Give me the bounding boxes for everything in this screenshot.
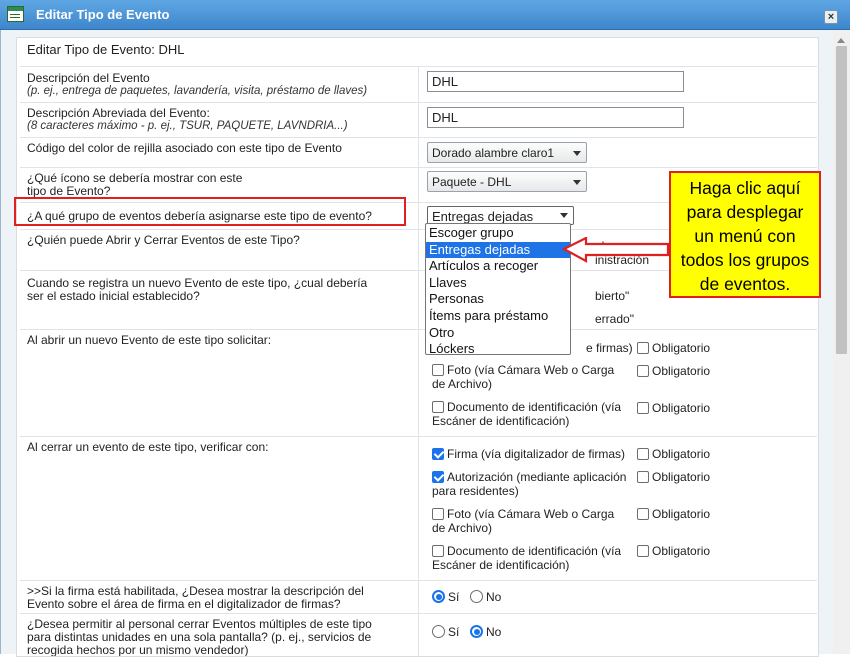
checkbox[interactable] [432,508,444,520]
cerrar-foto-option[interactable]: Foto (vía Cámara Web o Carga de Archivo) [432,507,614,535]
window-titlebar: Editar Tipo de Evento × [0,0,850,30]
row-abrir: Al abrir un nuevo Evento de este tipo so… [20,329,817,436]
row-firma: >>Si la firma está habilitada, ¿Desea mo… [20,580,817,613]
checkbox[interactable] [432,401,444,413]
callout-line: para desplegar [686,202,804,222]
multiples-label-3: recogida hechos por un mismo vendedor) [27,643,249,657]
form-icon [7,6,24,22]
abreviada-label: Descripción Abreviada del Evento: [27,106,210,120]
dropdown-option[interactable]: Lóckers [426,341,570,358]
checkbox[interactable] [637,365,649,377]
checkbox[interactable] [432,545,444,557]
firma-label-2: Evento sobre el área de firma en el digi… [27,597,341,611]
checkbox[interactable] [637,545,649,557]
radio[interactable] [432,625,445,638]
estado-option-abierto[interactable]: bierto" [595,289,629,303]
icono-label-2: tipo de Evento? [27,184,111,198]
callout-line: un menú con [694,226,796,246]
form-title: Editar Tipo de Evento: DHL [27,42,185,57]
dropdown-option[interactable]: Artículos a recoger [426,258,570,275]
dropdown-option[interactable]: Otro [426,325,570,342]
scroll-thumb[interactable] [836,46,847,354]
arrow-icon [561,237,670,263]
callout-line: de eventos. [699,274,791,294]
cerrar-documento-obligatorio[interactable]: Obligatorio [637,544,710,558]
firma-radio-no[interactable]: No [470,590,501,604]
checkbox[interactable] [637,342,649,354]
abrir-label: Al abrir un nuevo Evento de este tipo so… [27,333,272,347]
instruction-callout: Haga clic aquí para desplegar un menú co… [669,171,821,298]
cerrar-foto-obligatorio[interactable]: Obligatorio [637,507,710,521]
dropdown-option[interactable]: Personas [426,291,570,308]
row-multiples: ¿Desea permitir al personal cerrar Event… [20,613,817,657]
checkbox-checked[interactable] [432,448,444,460]
scroll-up-icon[interactable] [837,38,845,43]
abrir-documento-option[interactable]: Documento de identificación (vía Escáner … [432,400,621,428]
cerrar-autorizacion-option[interactable]: Autorización (mediante aplicación para re… [432,470,626,498]
estado-option-cerrado[interactable]: errado" [595,312,634,326]
abrir-foto-option[interactable]: Foto (vía Cámara Web o Carga de Archivo) [432,363,614,391]
vertical-scrollbar[interactable] [833,30,850,654]
icono-select[interactable]: Paquete - DHL [427,171,587,192]
grupo-select-value: Entregas dejadas [432,209,534,224]
cerrar-autorizacion-obligatorio[interactable]: Obligatorio [637,470,710,484]
dropdown-option[interactable]: Llaves [426,275,570,292]
cerrar-firma-option[interactable]: Firma (vía digitalizador de firmas) [432,447,625,461]
chevron-down-icon [573,151,581,156]
color-label: Código del color de rejilla asociado con… [27,141,342,155]
form-panel: Editar Tipo de Evento: DHL Descripción d… [16,37,819,657]
descripcion-input[interactable]: DHL [427,71,684,92]
descripcion-hint: (p. ej., entrega de paquetes, lavandería… [27,85,368,97]
checkbox[interactable] [637,508,649,520]
row-color: Código del color de rejilla asociado con… [20,137,817,167]
row-abreviada: Descripción Abreviada del Evento: (8 car… [20,102,817,137]
estado-label-2: ser el estado inicial establecido? [27,289,200,303]
color-select[interactable]: Dorado alambre claro1 [427,142,587,163]
grupo-label: ¿A qué grupo de eventos debería asignars… [27,209,372,223]
firma-radio-yes[interactable]: Sí [432,590,459,604]
abrir-firma-text: e firmas) [586,341,633,355]
radio[interactable] [470,590,483,603]
dropdown-option-selected[interactable]: Entregas dejadas [426,241,570,259]
checkbox[interactable] [637,402,649,414]
grupo-dropdown-list[interactable]: Escoger grupo Entregas dejadas Artículos… [425,223,571,358]
checkbox[interactable] [637,448,649,460]
callout-line: todos los grupos [680,250,810,270]
multiples-radio-yes[interactable]: Sí [432,625,459,639]
abrir-foto-obligatorio[interactable]: Obligatorio [637,364,710,378]
checkbox-checked[interactable] [432,471,444,483]
dropdown-option[interactable]: Escoger grupo [426,225,570,242]
cerrar-label: Al cerrar un evento de este tipo, verifi… [27,440,269,454]
checkbox[interactable] [432,364,444,376]
color-select-value: Dorado alambre claro1 [432,146,555,160]
dropdown-option[interactable]: Ítems para préstamo [426,308,570,325]
icono-select-value: Paquete - DHL [432,175,512,189]
radio-selected[interactable] [432,590,445,603]
cerrar-firma-obligatorio[interactable]: Obligatorio [637,447,710,461]
checkbox[interactable] [637,471,649,483]
close-button[interactable]: × [824,10,838,24]
chevron-down-icon [560,213,568,218]
row-cerrar: Al cerrar un evento de este tipo, verifi… [20,436,817,580]
window-title: Editar Tipo de Evento [36,7,170,22]
multiples-radio-no[interactable]: No [470,625,501,639]
abrir-firma-obligatorio[interactable]: Obligatorio [637,341,710,355]
row-descripcion: Descripción del Evento (p. ej., entrega … [20,66,817,102]
cerrar-documento-option[interactable]: Documento de identificación (vía Escáner … [432,544,621,572]
callout-line: Haga clic aquí [689,178,801,198]
quien-label: ¿Quién puede Abrir y Cerrar Eventos de e… [27,233,300,247]
abreviada-hint: (8 caracteres máximo - p. ej., TSUR, PAQ… [27,120,348,132]
abreviada-input[interactable]: DHL [427,107,684,128]
abrir-documento-obligatorio[interactable]: Obligatorio [637,401,710,415]
radio-selected[interactable] [470,625,483,638]
descripcion-label: Descripción del Evento [27,71,150,85]
chevron-down-icon [573,180,581,185]
